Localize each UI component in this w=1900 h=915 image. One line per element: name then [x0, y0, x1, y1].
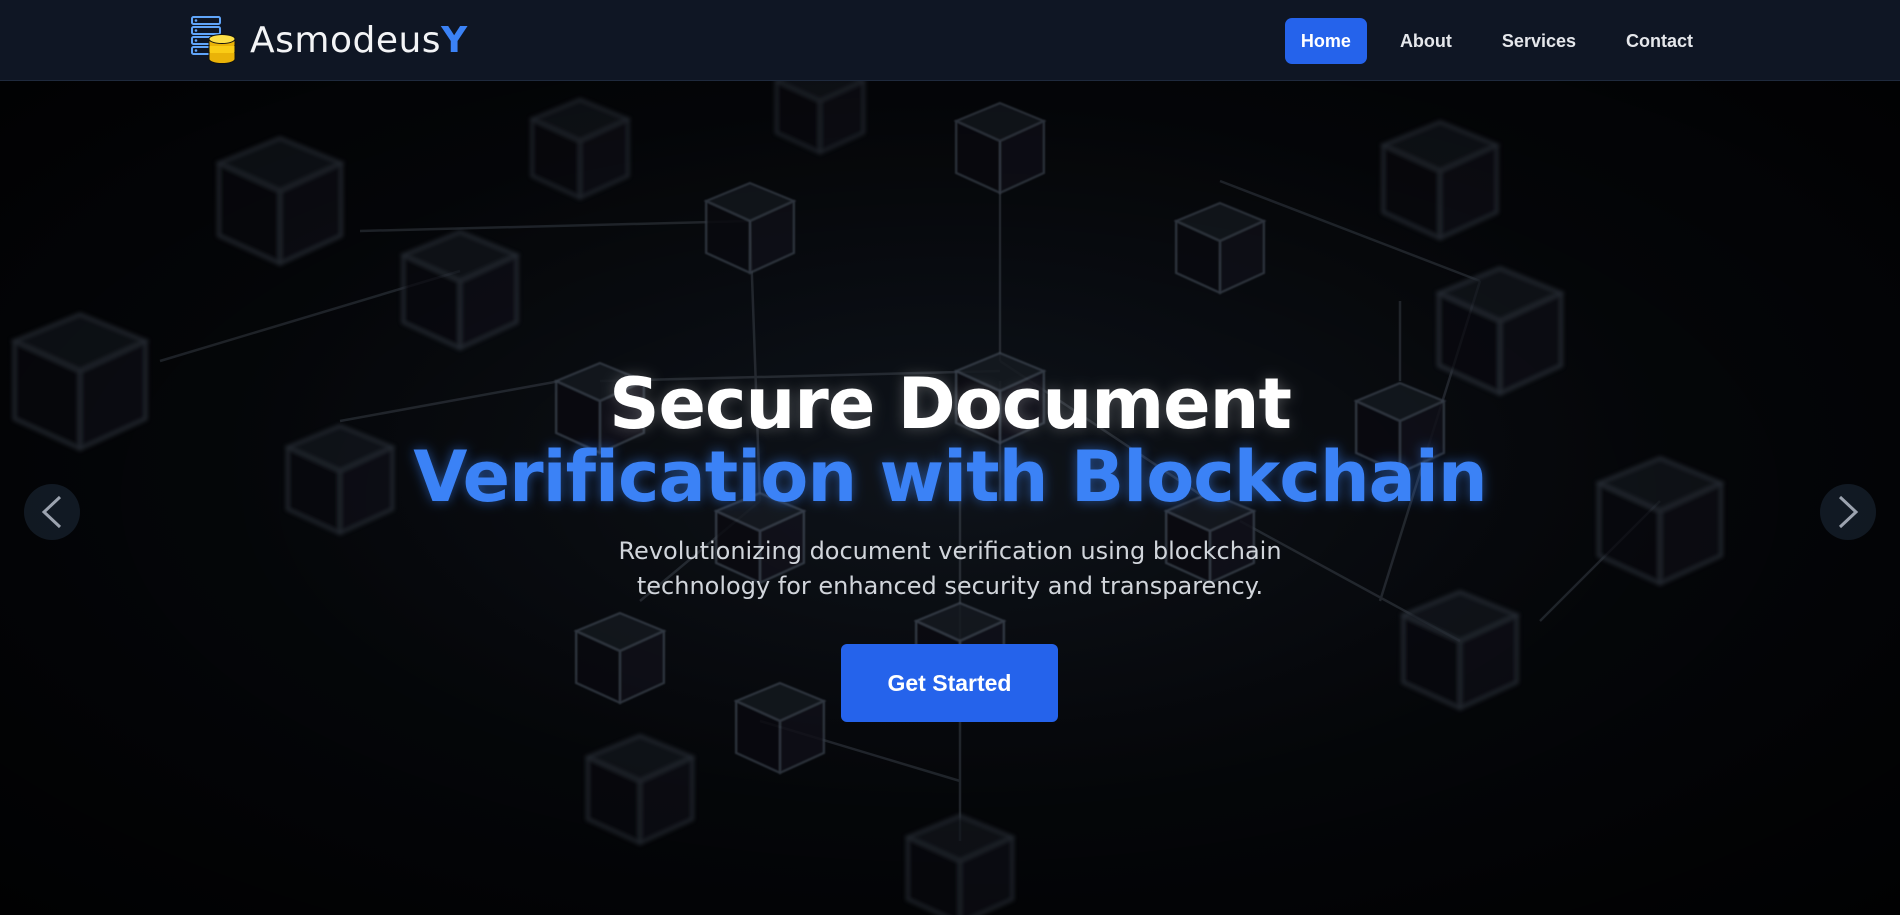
main-nav: Home About Services Contact [1284, 18, 1900, 64]
hero-title-line1: Secure Document [609, 363, 1292, 445]
hero-carousel: Secure Document Verification with Blockc… [0, 81, 1900, 915]
chevron-right-icon [1838, 495, 1859, 529]
brand-logo[interactable]: AsmodeusY [190, 14, 468, 66]
carousel-prev-button[interactable] [24, 484, 80, 540]
brand-name-accent: Y [441, 19, 468, 61]
hero-title-line2: Verification with Blockchain [413, 436, 1487, 518]
database-server-icon [191, 16, 236, 64]
get-started-button[interactable]: Get Started [841, 644, 1058, 722]
nav-services[interactable]: Services [1486, 18, 1592, 64]
chevron-left-icon [41, 495, 62, 529]
navbar: AsmodeusY Home About Services Contact [0, 0, 1900, 81]
carousel-next-button[interactable] [1820, 484, 1876, 540]
nav-about[interactable]: About [1384, 18, 1468, 64]
brand-name: AsmodeusY [250, 19, 468, 61]
nav-contact[interactable]: Contact [1610, 18, 1709, 64]
hero-subtitle: Revolutionizing document verification us… [618, 537, 1282, 600]
nav-home[interactable]: Home [1284, 18, 1367, 64]
